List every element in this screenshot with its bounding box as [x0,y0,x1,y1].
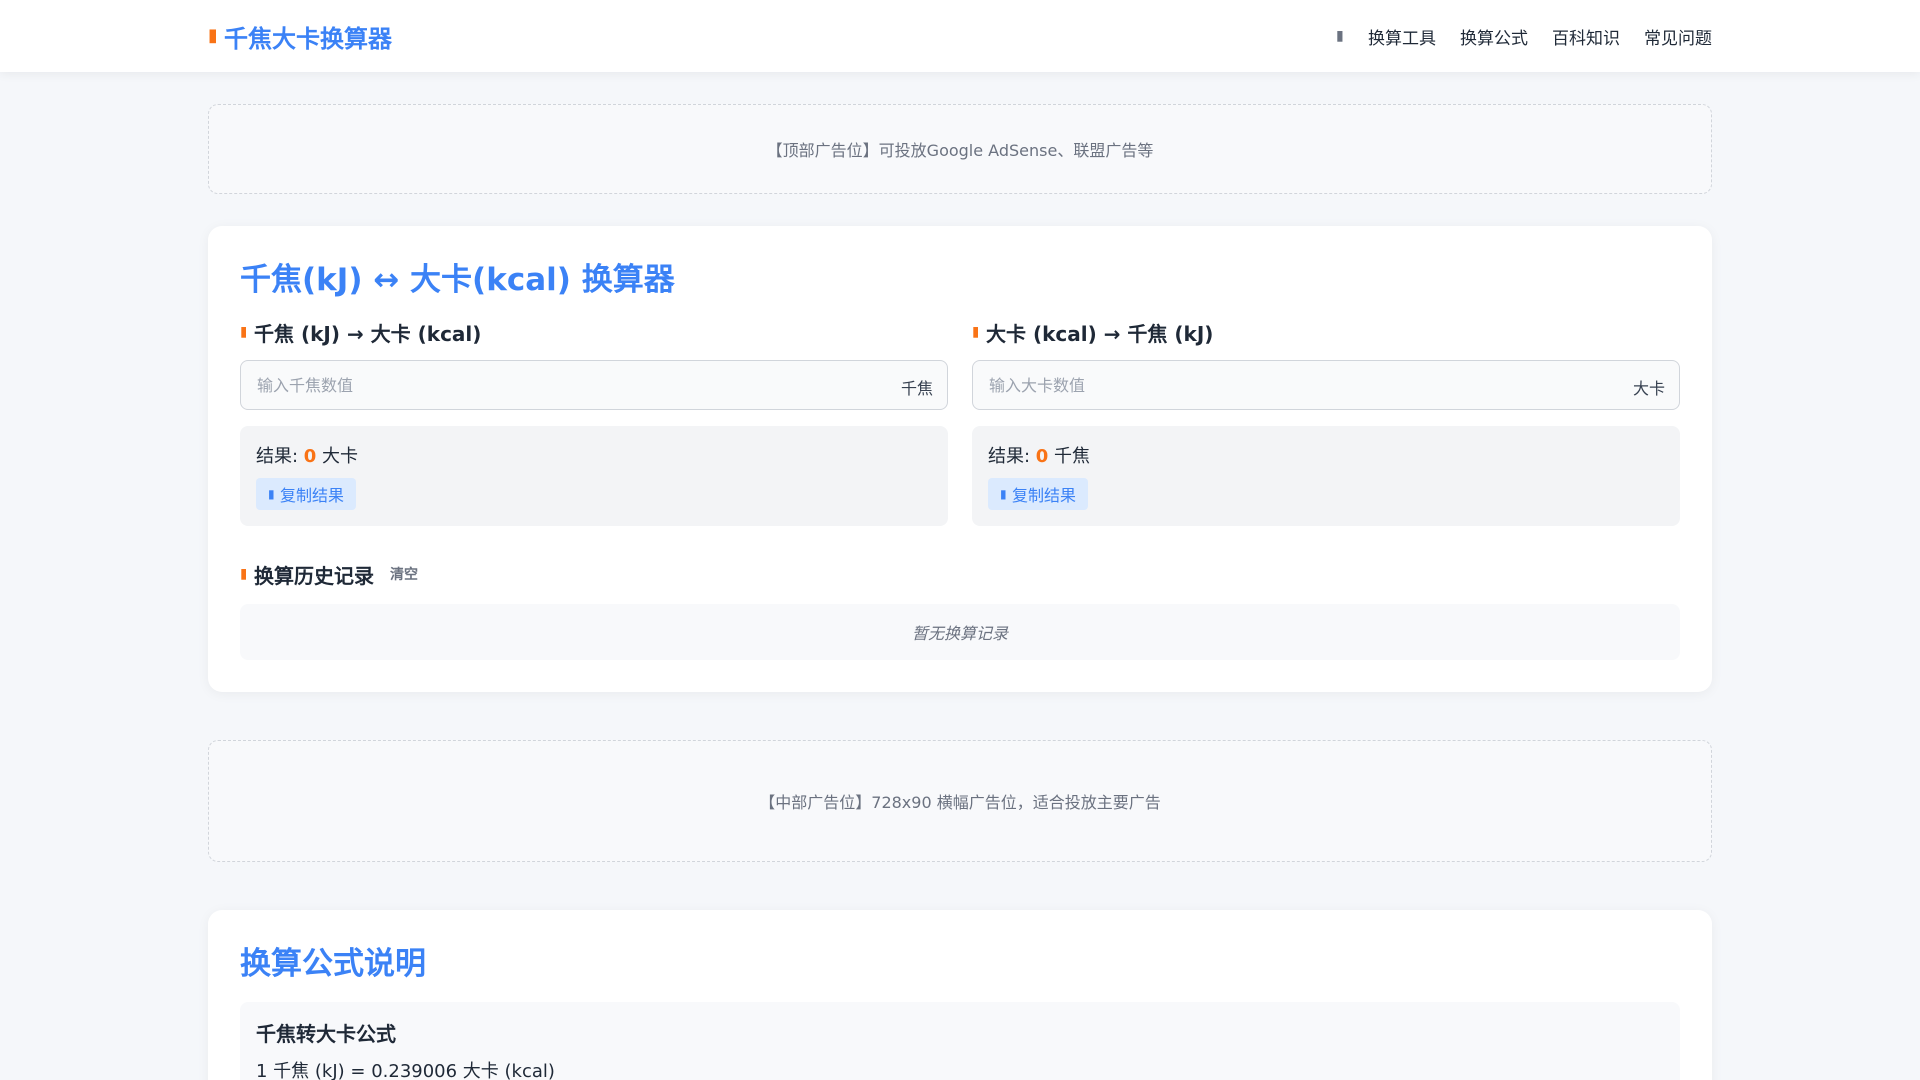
nav-item-faq[interactable]: 常见问题 [1644,24,1712,49]
copy-kj-result-label: 复制结果 [1012,486,1077,505]
kcal-result-value: 0 [303,446,317,467]
top-navbar: ▮ 千焦大卡换算器 ▮ 换算工具 换算公式 百科知识 常见问题 [0,0,1920,72]
kj-to-kcal-heading: ▮ 千焦 (kJ) → 大卡 (kcal) [240,318,948,346]
copy-kcal-result-label: 复制结果 [280,486,345,505]
history-empty-state: 暂无换算记录 [240,604,1680,660]
kj-result-label: 结果: [988,446,1036,467]
copy-icon: ▮ [268,487,274,501]
exchange-icon: ▮ [972,324,978,340]
kj-input[interactable] [241,361,947,409]
kj-input-unit: 千焦 [900,379,933,398]
formula-title: 换算公式说明 [240,946,426,982]
exchange-icon: ▮ [240,324,246,340]
kj-to-kcal-formula-line: 1 千焦 (kJ) = 0.239006 大卡 (kcal) [256,1061,555,1080]
converter-title: 千焦(kJ) ↔ 大卡(kcal) 换算器 [240,262,675,298]
nav-item-formula[interactable]: 换算公式 [1460,24,1528,49]
kj-input-wrapper: 千焦 [240,360,948,410]
menu-icon[interactable]: ▮ [1336,28,1344,44]
history-heading: ▮ 换算历史记录 清空 [240,560,418,588]
copy-kj-result-button[interactable]: ▮ 复制结果 [988,478,1089,510]
middle-ad-text: 【中部广告位】728x90 横幅广告位，适合投放主要广告 [759,793,1161,812]
kcal-result-unit: 大卡 [316,446,359,467]
history-empty-text: 暂无换算记录 [911,624,1008,643]
converter-card: 千焦(kJ) ↔ 大卡(kcal) 换算器 ▮ 千焦 (kJ) → 大卡 (kc… [208,226,1712,692]
kcal-input-unit: 大卡 [1632,379,1665,398]
history-title: 换算历史记录 [254,563,374,588]
history-icon: ▮ [240,566,246,582]
middle-ad-slot: 【中部广告位】728x90 横幅广告位，适合投放主要广告 [208,740,1712,862]
main-nav: ▮ 换算工具 换算公式 百科知识 常见问题 [1336,22,1712,50]
clear-history-button[interactable]: 清空 [390,564,418,584]
copy-icon: ▮ [1000,487,1006,501]
kj-result-unit: 千焦 [1048,446,1091,467]
kcal-result-box: 结果: 0 大卡 ▮ 复制结果 [240,426,948,526]
site-title: 千焦大卡换算器 [224,24,392,53]
kcal-input-wrapper: 大卡 [972,360,1680,410]
kcal-to-kj-panel: ▮ 大卡 (kcal) → 千焦 (kJ) 大卡 结果: 0 千焦 ▮ 复制结果 [972,318,1680,526]
kcal-to-kj-heading-text: 大卡 (kcal) → 千焦 (kJ) [986,321,1214,346]
nav-item-tools[interactable]: 换算工具 [1368,24,1436,49]
kcal-result-line: 结果: 0 大卡 [256,442,932,468]
kcal-result-label: 结果: [256,446,304,467]
top-ad-slot: 【顶部广告位】可投放Google AdSense、联盟广告等 [208,104,1712,194]
formula-card: 换算公式说明 千焦转大卡公式 1 千焦 (kJ) = 0.239006 大卡 (… [208,910,1712,1080]
kj-result-value: 0 [1035,446,1049,467]
kj-result-line: 结果: 0 千焦 [988,442,1664,468]
kj-to-kcal-heading-text: 千焦 (kJ) → 大卡 (kcal) [254,321,482,346]
kj-to-kcal-formula-box: 千焦转大卡公式 1 千焦 (kJ) = 0.239006 大卡 (kcal) [240,1002,1680,1080]
kj-to-kcal-panel: ▮ 千焦 (kJ) → 大卡 (kcal) 千焦 结果: 0 大卡 ▮ 复制结果 [240,318,948,526]
top-ad-text: 【顶部广告位】可投放Google AdSense、联盟广告等 [766,141,1154,160]
site-brand[interactable]: ▮ 千焦大卡换算器 [208,20,392,53]
kj-to-kcal-formula-title: 千焦转大卡公式 [256,1022,396,1046]
copy-kcal-result-button[interactable]: ▮ 复制结果 [256,478,357,510]
kj-result-box: 结果: 0 千焦 ▮ 复制结果 [972,426,1680,526]
nav-item-encyclopedia[interactable]: 百科知识 [1552,24,1620,49]
kcal-input[interactable] [973,361,1679,409]
kcal-to-kj-heading: ▮ 大卡 (kcal) → 千焦 (kJ) [972,318,1680,346]
calculator-icon: ▮ [208,26,216,46]
